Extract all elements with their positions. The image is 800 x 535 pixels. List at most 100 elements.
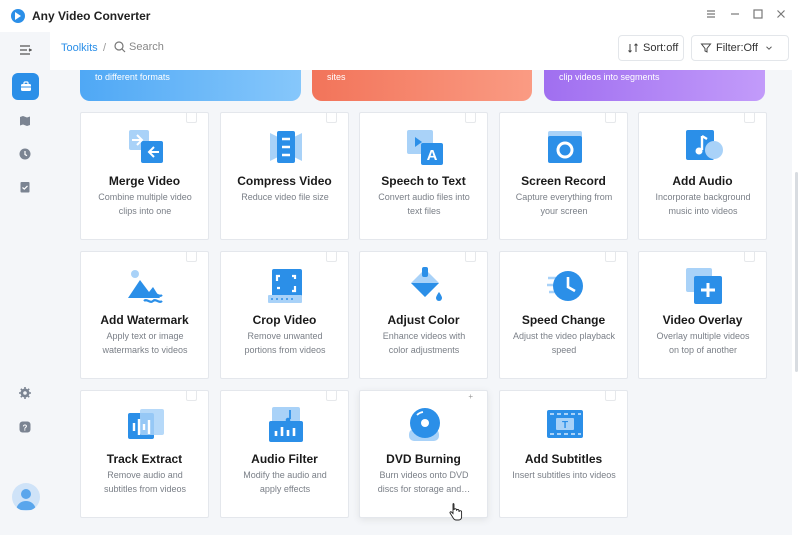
tool-title: Track Extract <box>106 452 183 466</box>
avatar[interactable] <box>12 483 40 511</box>
card-corner <box>186 252 197 262</box>
title-bar: Any Video Converter <box>0 0 800 32</box>
sort-button[interactable]: Sort:off <box>618 35 684 61</box>
disc-icon <box>409 408 440 441</box>
tool-title: Audio Filter <box>251 452 318 466</box>
minimize-icon[interactable] <box>726 7 744 25</box>
tool-description: Remove unwanted portions from videos <box>244 331 326 355</box>
card-corner <box>465 252 476 262</box>
tool-title: Crop Video <box>252 313 317 327</box>
toolkit-content: to different formats sites clip videos i… <box>50 70 792 535</box>
sidebar-item-settings[interactable] <box>13 381 37 405</box>
tool-title: Add Watermark <box>100 313 189 327</box>
svg-text:T: T <box>562 420 568 431</box>
sidebar-item-history[interactable] <box>13 142 37 166</box>
breadcrumb-toolkits[interactable]: Toolkits <box>61 42 98 54</box>
card-corner <box>605 391 616 401</box>
music-note-icon <box>686 130 723 160</box>
card-corner <box>186 391 197 401</box>
tool-title: Adjust Color <box>387 313 460 327</box>
speed-clock-icon <box>547 271 583 301</box>
app-logo-icon <box>11 9 25 23</box>
sidebar-item-help[interactable]: ? <box>13 415 37 439</box>
app-title: Any Video Converter <box>32 9 151 23</box>
sidebar-item-toolkits[interactable] <box>12 73 39 100</box>
tool-description: Remove audio and subtitles from videos <box>103 470 187 494</box>
card-corner <box>326 252 337 262</box>
banner-cut[interactable]: clip videos into segments <box>544 70 765 101</box>
tool-card-dvd-burning[interactable]: + DVD Burning Burn videos onto DVD discs… <box>359 390 488 518</box>
tool-description: Overlay multiple videos on top of anothe… <box>656 331 750 355</box>
help-icon: ? <box>19 421 31 433</box>
sidebar-item-map[interactable] <box>13 109 37 133</box>
add-favorite-icon[interactable]: + <box>468 392 473 401</box>
card-corner <box>744 252 755 262</box>
tool-card-speech-to-text[interactable]: A Speech to Text Convert audio files int… <box>359 112 488 240</box>
toolbox-icon <box>20 80 31 91</box>
filter-button[interactable]: Filter:Off <box>691 35 789 61</box>
tool-card-screen-record[interactable]: Screen Record Capture everything from yo… <box>499 112 628 240</box>
tool-card-merge-video[interactable]: Merge Video Combine multiple video clips… <box>80 112 209 240</box>
tool-title: Add Subtitles <box>524 452 603 466</box>
tool-title: Merge Video <box>108 174 181 188</box>
banner-text: to different formats <box>95 72 170 82</box>
tool-card-audio-filter[interactable]: Audio Filter Modify the audio and apply … <box>220 390 349 518</box>
watermark-icon <box>128 270 163 303</box>
scrollbar-thumb[interactable] <box>795 172 798 372</box>
tool-description: Enhance videos with color adjustments <box>382 331 466 355</box>
tool-description: Capture everything from your screen <box>515 192 613 216</box>
tool-description: Incorporate background music into videos <box>655 192 751 216</box>
tool-description: Apply text or image watermarks to videos <box>102 331 188 355</box>
card-corner <box>465 113 476 123</box>
breadcrumb-separator: / <box>103 42 107 54</box>
close-icon[interactable] <box>772 7 790 25</box>
tool-card-speed-change[interactable]: Speed Change Adjust the video playback s… <box>499 251 628 379</box>
tool-card-video-overlay[interactable]: Video Overlay Overlay multiple videos on… <box>638 251 767 379</box>
tool-title: Speech to Text <box>381 174 466 188</box>
tool-description: Burn videos onto DVD discs for storage a… <box>377 470 471 494</box>
tool-title: Screen Record <box>521 174 606 188</box>
paint-bucket-icon <box>411 267 442 301</box>
banner-text: clip videos into segments <box>559 72 660 82</box>
banner-convert[interactable]: to different formats <box>80 70 301 101</box>
tool-description: Modify the audio and apply effects <box>243 470 327 494</box>
merge-icon <box>129 130 163 163</box>
svg-text:?: ? <box>23 423 28 432</box>
filter-icon <box>700 43 712 53</box>
tool-card-adjust-color[interactable]: Adjust Color Enhance videos with color a… <box>359 251 488 379</box>
menu-icon[interactable] <box>702 7 720 25</box>
compress-icon <box>270 131 302 163</box>
sidebar-item-tasks[interactable] <box>13 175 37 199</box>
gear-icon <box>19 387 31 399</box>
tool-title: Add Audio <box>672 174 733 188</box>
tool-card-add-audio[interactable]: Add Audio Incorporate background music i… <box>638 112 767 240</box>
speech-to-text-icon: A <box>407 130 443 165</box>
tool-description: Combine multiple video clips into one <box>98 192 192 216</box>
tool-card-compress-video[interactable]: Compress Video Reduce video file size <box>220 112 349 240</box>
tool-card-track-extract[interactable]: Track Extract Remove audio and subtitles… <box>80 390 209 518</box>
filter-label: Filter:Off <box>716 42 758 54</box>
overlay-plus-icon <box>686 268 722 304</box>
search-icon <box>114 41 126 53</box>
card-corner <box>186 113 197 123</box>
tool-description: Convert audio files into text files <box>378 192 470 216</box>
search-input[interactable] <box>129 38 249 56</box>
banner-text: sites <box>327 72 346 82</box>
screen-record-icon <box>548 131 582 163</box>
map-icon <box>20 116 30 126</box>
sidebar: ? <box>0 32 50 535</box>
tool-description: Insert subtitles into videos <box>512 470 616 480</box>
tool-card-crop-video[interactable]: Crop Video Remove unwanted portions from… <box>220 251 349 379</box>
tool-title: DVD Burning <box>386 452 461 466</box>
waveform-icon <box>128 409 164 439</box>
tool-description: Reduce video file size <box>241 192 329 202</box>
tool-card-add-watermark[interactable]: Add Watermark Apply text or image waterm… <box>80 251 209 379</box>
tool-card-add-subtitles[interactable]: T Add Subtitles Insert subtitles into vi… <box>499 390 628 518</box>
maximize-icon[interactable] <box>749 7 767 25</box>
svg-text:A: A <box>427 147 438 164</box>
tool-title: Speed Change <box>521 313 606 327</box>
banner-download[interactable]: sites <box>312 70 532 101</box>
card-corner <box>605 113 616 123</box>
sidebar-toggle-icon[interactable] <box>13 38 37 62</box>
chevron-down-icon <box>766 46 772 50</box>
